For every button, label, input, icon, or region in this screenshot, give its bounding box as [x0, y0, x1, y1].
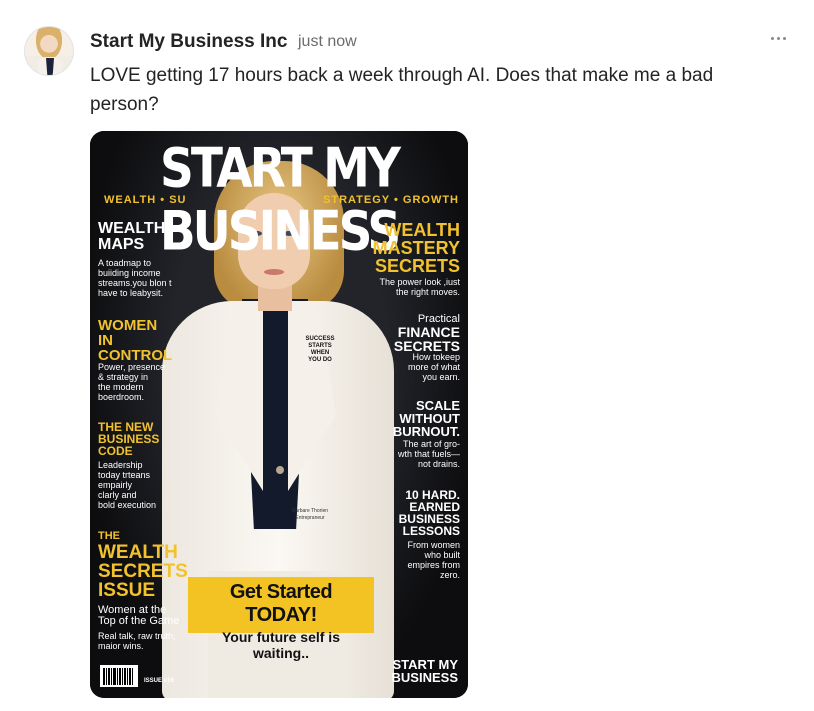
subline-business-code: Leadership today trteans empairly clarly…: [98, 460, 157, 510]
author-name[interactable]: Start My Business Inc: [90, 31, 287, 53]
avatar-shirt: [46, 58, 54, 75]
headline-the: THE: [98, 530, 120, 542]
subline-finance-secrets: How tokeep more of what you earn.: [407, 352, 460, 382]
barcode-icon: [100, 665, 138, 687]
headline-women-in-control: WOMEN IN CONTROL: [98, 317, 173, 364]
cta-title: Get Started TODAY!: [229, 581, 333, 626]
post-message: LOVE getting 17 hours back a week throug…: [90, 65, 714, 115]
headline-business-lessons: 10 HARD. EARNED BUSINESS LESSONS: [398, 488, 460, 538]
cover-cta-banner: Get Started TODAY! Your future self is w…: [188, 577, 374, 661]
headline-wealth-mastery: WEALTH MASTERY SECRETS: [372, 220, 460, 276]
subline-scale-without-burnout: The art of gro- wth that fuels— not drai…: [397, 439, 460, 469]
subline-wealth-mastery: The power look ,iust the right moves.: [379, 277, 460, 297]
headline-wealth-maps: WEALTH MAPS: [98, 220, 166, 253]
more-options-icon[interactable]: [766, 30, 790, 46]
subline-real-talk: Real talk, raw truth, maior wins.: [98, 631, 176, 651]
cta-subtitle: Your future self is waiting..: [222, 629, 340, 661]
issue-number: ISSUE #16: [144, 678, 174, 684]
magazine-cover-image[interactable]: START MY BUSINESS WEALTH • SU STRATEGY •…: [90, 131, 468, 698]
subline-top-of-game: Women at the Top of the Game: [98, 604, 180, 627]
tagline-left: WEALTH • SU: [104, 194, 187, 206]
post-timestamp: just now: [298, 33, 357, 50]
headline-business-code: THE NEW BUSINESS CODE: [98, 420, 160, 458]
name-badge: Barbare Thorien Entrepraneur: [291, 508, 329, 521]
author-avatar[interactable]: [24, 26, 74, 76]
headline-finance-secrets: FINANCE SECRETS: [393, 324, 460, 354]
social-post: Start My Business Inc just now LOVE gett…: [0, 0, 814, 711]
cover-footer-logo: START MY BUSINESS: [391, 657, 458, 685]
tagline-right: STRATEGY • GROWTH: [323, 194, 459, 206]
subline-business-lessons: From women who built empires from zero.: [407, 540, 460, 580]
jacket-button: [276, 466, 284, 474]
subline-women-in-control: Power, presence & strategy in the modern…: [98, 362, 166, 402]
cover-tagline: WEALTH • SU STRATEGY • GROWTH: [104, 194, 459, 206]
model-lips: [264, 269, 284, 275]
headline-wealth-secrets: WEALTH SECRETS ISSUE: [98, 542, 188, 601]
headline-scale-without-burnout: SCALE WITHOUT BURNOUT.: [392, 398, 460, 439]
subline-wealth-maps: A toadmap to buiiding income streams.you…: [98, 258, 172, 298]
lapel-pin-text: SUCCESS STARTS WHEN YOU DO: [305, 336, 335, 363]
